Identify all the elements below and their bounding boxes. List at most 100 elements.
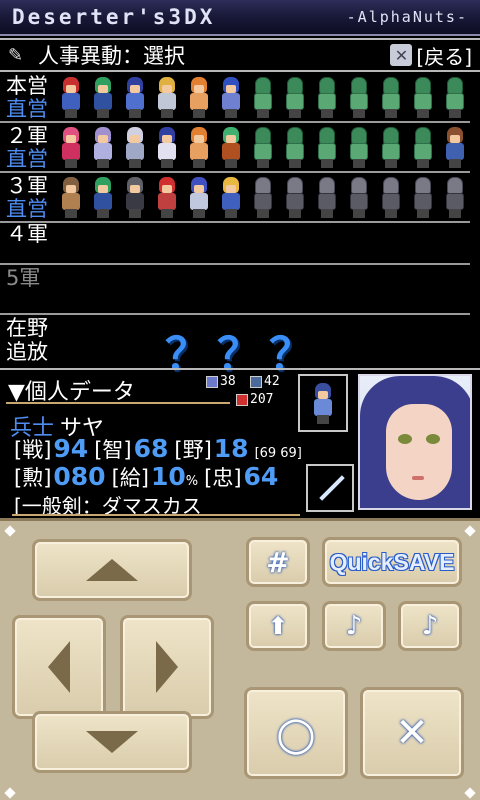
unit-sprite-blue-armor-hero[interactable]	[120, 74, 150, 120]
arrow-left-icon	[48, 641, 70, 693]
mini-stat-a: 38	[206, 374, 236, 389]
unit-sprite-box	[298, 374, 348, 432]
unit-label: 5軍	[6, 266, 41, 290]
hash-icon: #	[266, 545, 290, 579]
unit-sprite-grunt[interactable]	[280, 174, 310, 220]
unit-sprite-purple-knight[interactable]	[88, 124, 118, 170]
dpad-up-button[interactable]	[32, 539, 192, 601]
sprite-strip	[56, 74, 470, 120]
unit-label: ２軍	[6, 124, 48, 148]
corner-gem-icon	[4, 787, 16, 799]
unit-sublabel: 直営	[6, 147, 48, 171]
unit-sprite-grunt[interactable]	[248, 174, 278, 220]
unit-sprite-soldier[interactable]	[280, 74, 310, 120]
corner-gem-icon	[464, 525, 476, 537]
small-up-button[interactable]: ⬆	[246, 601, 310, 651]
sprite-strip	[56, 124, 470, 170]
corner-gem-icon	[4, 525, 16, 537]
confirm-button[interactable]: ○	[244, 687, 348, 779]
cross-icon: ✕	[395, 710, 429, 756]
unit-row-4[interactable]: ４軍	[0, 222, 480, 265]
unit-sprite-grunt[interactable]	[312, 174, 342, 220]
exile-label: 追放	[6, 340, 48, 364]
quicksave-label: QuickSAVE	[329, 548, 455, 575]
dpad-down-button[interactable]	[32, 711, 192, 773]
unit-sprite-blue-hood-mage[interactable]	[152, 124, 182, 170]
music-alt-button[interactable]: ♪	[398, 601, 462, 651]
weapon-icon-box	[306, 464, 354, 512]
cancel-button[interactable]: ✕	[360, 687, 464, 779]
unit-sprite-blonde-knight[interactable]	[152, 74, 182, 120]
quicksave-button[interactable]: QuickSAVE	[322, 537, 462, 587]
arrow-up-icon	[86, 559, 138, 581]
unit-sprite-grunt[interactable]	[408, 174, 438, 220]
unit-sprite-soldier[interactable]	[312, 74, 342, 120]
music-note-icon: ♪	[345, 611, 363, 641]
unit-sprite-soldier[interactable]	[408, 74, 438, 120]
unit-sprite-dark-knight[interactable]	[120, 174, 150, 220]
row-divider	[0, 263, 470, 265]
mini-stat-e: 69]	[280, 446, 302, 461]
unit-sprite-soldier[interactable]	[312, 124, 342, 170]
unit-label: ４軍	[6, 222, 48, 246]
unit-sprite-soldier[interactable]	[408, 124, 438, 170]
controller-pad: # QuickSAVE ⬆ ♪ ♪ ○ ✕	[0, 518, 480, 800]
unit-sprite-soldier[interactable]	[248, 124, 278, 170]
up-arrow-icon: ⬆	[267, 612, 289, 640]
unit-label: ３軍	[6, 174, 48, 198]
unit-sprite-soldier[interactable]	[376, 74, 406, 120]
unit-sprite-brown-fighter[interactable]	[56, 174, 86, 220]
developer-brand: -AlphaNuts-	[346, 8, 468, 26]
arrow-right-icon	[156, 641, 178, 693]
potion-stat-icon	[236, 393, 248, 406]
unit-sprite-orange-hair-girl[interactable]	[184, 74, 214, 120]
sprite-strip	[56, 174, 470, 220]
sword-icon	[319, 475, 345, 501]
unit-sprite-soldier[interactable]	[376, 124, 406, 170]
back-button[interactable]: ✕ [戻る]	[390, 41, 472, 70]
unit-sprite-soldier[interactable]	[440, 74, 470, 120]
unit-sprite-soldier[interactable]	[248, 74, 278, 120]
unit-sprite-red-hair-hero[interactable]	[56, 74, 86, 120]
mini-stat-b: 42	[250, 374, 280, 389]
row-divider	[0, 121, 470, 123]
screen-title: 人事異動：選択	[38, 44, 185, 68]
unit-sprite-white-knight[interactable]	[120, 124, 150, 170]
unit-sprite-red-hair-girl[interactable]	[152, 174, 182, 220]
unit-sprite-orange-hair-girl[interactable]	[184, 124, 214, 170]
unit-row-5[interactable]: 5軍	[0, 266, 480, 315]
unit-sprite-blue-fighter[interactable]	[440, 124, 470, 170]
weapon-underline	[12, 514, 300, 516]
unit-sprite-grunt[interactable]	[344, 174, 374, 220]
title-bar: Deserter's3DX -AlphaNuts-	[0, 0, 480, 36]
row-divider	[0, 171, 470, 173]
unit-sprite-grunt[interactable]	[440, 174, 470, 220]
unit-row-2[interactable]: ２軍 直営	[0, 124, 480, 173]
unit-sprite-grunt[interactable]	[376, 174, 406, 220]
unit-sprite-green-hair-hero[interactable]	[88, 74, 118, 120]
hash-button[interactable]: #	[246, 537, 310, 587]
close-x-icon: ✕	[390, 44, 413, 66]
unit-sprite-pink-hair-girl[interactable]	[56, 124, 86, 170]
unit-row-1[interactable]: 本営 直営	[0, 74, 480, 123]
unit-sprite-soldier[interactable]	[344, 124, 374, 170]
shield-stat-icon	[250, 375, 262, 388]
unit-sprite-soldier[interactable]	[344, 74, 374, 120]
panel-title-underline	[6, 402, 230, 404]
unit-sprite-blonde-girl[interactable]	[216, 174, 246, 220]
corner-gem-icon	[464, 787, 476, 799]
personal-data-panel: ▼個人データ 38 42 207 兵士 サヤ [戦] 94 [智] 68 [野] 18 …	[0, 368, 480, 518]
unit-sprite-blue-hair-knight[interactable]	[184, 174, 214, 220]
unit-sublabel: 直営	[6, 197, 48, 221]
stats-row-1: [戦] 94 [智] 68 [野] 18 [69 69]	[14, 434, 302, 463]
music-button[interactable]: ♪	[322, 601, 386, 651]
mini-stat-d: [69	[254, 446, 277, 461]
unit-sprite-green-hair-girl[interactable]	[216, 124, 246, 170]
dpad-left-button[interactable]	[12, 615, 106, 719]
unit-sprite-soldier[interactable]	[280, 124, 310, 170]
music-settings-icon: ♪	[421, 611, 439, 641]
dpad-right-button[interactable]	[120, 615, 214, 719]
unit-row-3[interactable]: ３軍 直営	[0, 174, 480, 223]
unit-sprite-green-hair-hero[interactable]	[88, 174, 118, 220]
unit-sprite-blue-mage[interactable]	[216, 74, 246, 120]
